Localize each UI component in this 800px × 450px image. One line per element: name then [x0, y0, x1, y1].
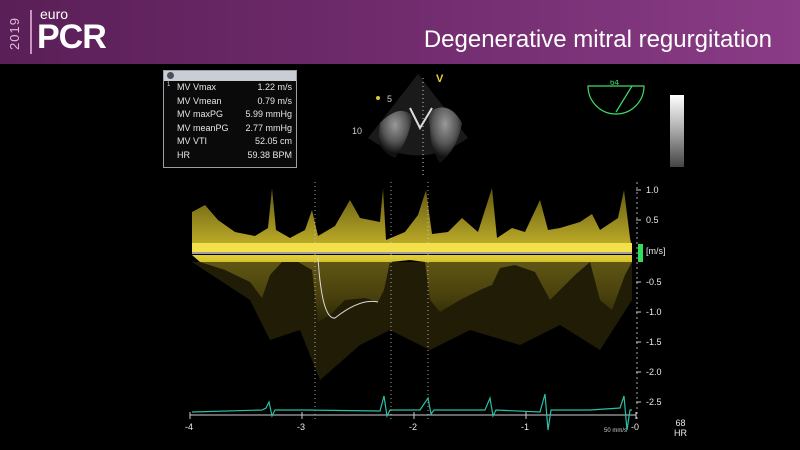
time-tick-label: -2 [409, 422, 417, 432]
doppler-forward-flow [192, 188, 632, 248]
velocity-tick-label: -2.5 [646, 397, 662, 407]
velocity-tick-label: 1.0 [646, 185, 659, 195]
time-tick-label: -4 [185, 422, 193, 432]
doppler-noise-floor [192, 262, 632, 380]
velocity-unit-label: [m/s] [646, 246, 666, 256]
velocity-tick-labels: 1.0 0.5 -0.5 -1.0 -1.5 -2.0 -2.5 [636, 185, 662, 407]
velocity-tick-label: -2.0 [646, 367, 662, 377]
heart-rate-value: 68 [675, 418, 686, 428]
baseline-marker[interactable] [638, 244, 643, 262]
heart-rate-label: HR [674, 428, 687, 438]
heart-rate-readout: 68 HR [674, 418, 687, 438]
doppler-spectrum: [m/s] 1.0 0.5 -0.5 -1.0 -1.5 -2.0 -2.5 -4 -3 -2 -… [185, 182, 666, 434]
doppler-baseline-band [192, 243, 632, 252]
time-tick-label: -0 [631, 422, 639, 432]
velocity-tick-label: -1.0 [646, 307, 662, 317]
time-tick-label: -1 [521, 422, 529, 432]
time-tick-label: -3 [297, 422, 305, 432]
velocity-tick-label: 0.5 [646, 215, 659, 225]
velocity-tick-label: -0.5 [646, 277, 662, 287]
velocity-tick-label: -1.5 [646, 337, 662, 347]
sweep-speed-label: 50 mm/s [604, 428, 627, 434]
